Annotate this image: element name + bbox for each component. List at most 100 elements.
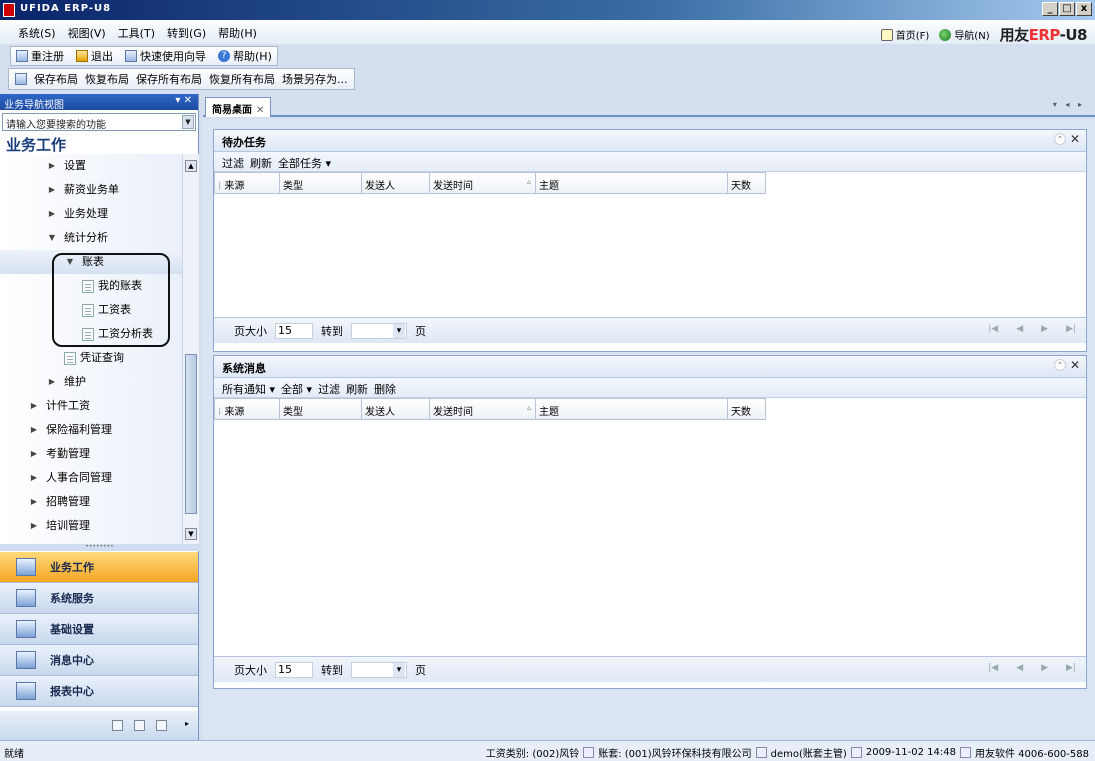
module-shortcut-icon[interactable] — [156, 720, 167, 731]
next-page-icon[interactable]: ▶ — [1041, 324, 1048, 334]
column-header[interactable]: 发送时间 ▵ — [430, 398, 536, 420]
column-header[interactable]: 主题 — [536, 172, 728, 194]
collapsed-arrow-icon[interactable]: ▶ — [28, 418, 40, 442]
menu-help[interactable]: 帮助(H) — [218, 25, 257, 41]
nav-link[interactable]: 导航(N) — [939, 27, 990, 42]
phone-icon — [959, 747, 971, 758]
column-header[interactable]: 发送人 — [362, 172, 430, 194]
menu-view[interactable]: 视图(V) — [68, 25, 106, 41]
relogin-button[interactable]: 重注册 — [11, 46, 69, 66]
collapsed-arrow-icon[interactable]: ▶ — [28, 490, 40, 514]
save-all-layouts-button[interactable]: 保存所有布局 — [136, 71, 202, 87]
tab-simple-desktop[interactable]: 简易桌面 ✕ — [205, 97, 272, 117]
scroll-down-icon[interactable]: ▼ — [185, 528, 197, 540]
module-item[interactable]: 系统服务 — [0, 583, 198, 614]
module-item[interactable]: 报表中心 — [0, 676, 198, 707]
refresh-button[interactable]: 刷新 — [346, 381, 368, 396]
tree-node-label: 保险福利管理 — [46, 423, 112, 436]
column-header[interactable]: 发送时间 ▵ — [430, 172, 536, 194]
collapsed-arrow-icon[interactable]: ▶ — [28, 394, 40, 418]
collapsed-arrow-icon[interactable]: ▶ — [46, 202, 58, 226]
menu-goto[interactable]: 转到(G) — [167, 25, 206, 41]
tree-node[interactable]: ▶ 设置 — [0, 154, 182, 178]
collapse-icon[interactable]: ⌃ — [1053, 133, 1066, 145]
collapse-icon[interactable]: ⌃ — [1053, 359, 1066, 371]
column-header[interactable]: 天数 — [728, 398, 766, 420]
collapsed-arrow-icon[interactable]: ▶ — [46, 370, 58, 394]
quick-wizard-button[interactable]: 快速使用向导 — [120, 46, 211, 66]
close-button[interactable]: x — [1076, 2, 1092, 16]
tab-close-icon[interactable]: ✕ — [256, 105, 264, 116]
all-notices-dropdown[interactable]: 所有通知 ▾ — [222, 381, 275, 396]
splitter-grip[interactable]: •••••••• — [0, 544, 199, 551]
help-button[interactable]: ? 帮助(H) — [213, 46, 277, 66]
minimize-button[interactable]: _ — [1042, 2, 1058, 16]
column-header[interactable]: ⁞ 来源 — [214, 398, 280, 420]
expanded-arrow-icon[interactable]: ▼ — [46, 226, 58, 250]
collapsed-arrow-icon[interactable]: ▶ — [46, 154, 58, 178]
restore-layout-button[interactable]: 恢复布局 — [85, 71, 129, 87]
all-tasks-dropdown[interactable]: 全部任务 ▾ — [278, 155, 331, 170]
menu-system[interactable]: 系统(S) — [18, 25, 56, 41]
module-item[interactable]: 业务工作 — [0, 552, 198, 583]
tree-node[interactable]: 凭证查询 — [0, 346, 182, 370]
last-page-icon[interactable]: ▶| — [1066, 663, 1076, 673]
first-page-icon[interactable]: |◀ — [988, 324, 998, 334]
tree-node[interactable]: ▶ 人事合同管理 — [0, 466, 182, 490]
refresh-button[interactable]: 刷新 — [250, 155, 272, 170]
tree-node[interactable]: ▶ 考勤管理 — [0, 442, 182, 466]
close-icon[interactable]: ✕ — [1070, 359, 1080, 371]
module-shortcut-icon[interactable] — [134, 720, 145, 731]
exit-button[interactable]: 退出 — [71, 46, 118, 66]
collapsed-arrow-icon[interactable]: ▶ — [46, 178, 58, 202]
tree-node[interactable]: ▶ 培训管理 — [0, 514, 182, 538]
column-header[interactable]: 类型 — [280, 172, 362, 194]
last-page-icon[interactable]: ▶| — [1066, 324, 1076, 334]
first-page-icon[interactable]: |◀ — [988, 663, 998, 673]
column-header[interactable]: 类型 — [280, 398, 362, 420]
collapsed-arrow-icon[interactable]: ▶ — [28, 466, 40, 490]
tree-node[interactable]: ▶ 业务处理 — [0, 202, 182, 226]
maximize-button[interactable]: □ — [1059, 2, 1075, 16]
collapsed-arrow-icon[interactable]: ▶ — [28, 442, 40, 466]
home-link[interactable]: 首页(F) — [880, 27, 929, 42]
column-header[interactable]: 天数 — [728, 172, 766, 194]
restore-all-layouts-button[interactable]: 恢复所有布局 — [209, 71, 275, 87]
configure-menu-icon[interactable]: ▸ — [185, 719, 189, 728]
nav-panel-pin-close[interactable]: ▾ ✕ — [175, 95, 192, 106]
save-layout-button[interactable]: 保存布局 — [34, 71, 78, 87]
page-size-input[interactable]: 15 — [275, 661, 313, 678]
scroll-thumb[interactable] — [185, 354, 197, 514]
function-search-input[interactable]: 请输入您要搜索的功能 ▼ — [2, 113, 196, 131]
close-icon[interactable]: ✕ — [1070, 133, 1080, 145]
tree-node[interactable]: ▶ 保险福利管理 — [0, 418, 182, 442]
tab-scroll-controls[interactable]: ▾ ◂ ▸ — [1053, 100, 1085, 109]
filter-button[interactable]: 过滤 — [222, 155, 244, 170]
prev-page-icon[interactable]: ◀ — [1016, 663, 1023, 673]
column-header[interactable]: ⁞ 来源 — [214, 172, 280, 194]
module-item[interactable]: 基础设置 — [0, 614, 198, 645]
tree-node[interactable]: ▶ 薪资业务单 — [0, 178, 182, 202]
chevron-down-icon[interactable]: ▼ — [182, 115, 194, 129]
tree-node[interactable]: ▶ 维护 — [0, 370, 182, 394]
next-page-icon[interactable]: ▶ — [1041, 663, 1048, 673]
filter-button[interactable]: 过滤 — [318, 381, 340, 396]
column-header[interactable]: 主题 — [536, 398, 728, 420]
delete-button[interactable]: 删除 — [374, 381, 396, 396]
column-header[interactable]: 发送人 — [362, 398, 430, 420]
all-dropdown[interactable]: 全部 ▾ — [281, 381, 312, 396]
nav-tree-scrollbar[interactable]: ▲ ▼ — [182, 154, 199, 544]
goto-page-select[interactable] — [351, 322, 407, 339]
tree-node[interactable]: ▶ 招聘管理 — [0, 490, 182, 514]
save-scene-as-button[interactable]: 场景另存为... — [282, 71, 348, 87]
tree-node[interactable]: ▶ 计件工资 — [0, 394, 182, 418]
prev-page-icon[interactable]: ◀ — [1016, 324, 1023, 334]
menu-tools[interactable]: 工具(T) — [118, 25, 155, 41]
page-size-input[interactable]: 15 — [275, 322, 313, 339]
module-item[interactable]: 消息中心 — [0, 645, 198, 676]
scroll-up-icon[interactable]: ▲ — [185, 160, 197, 172]
tree-node[interactable]: ▼ 统计分析 — [0, 226, 182, 250]
collapsed-arrow-icon[interactable]: ▶ — [28, 514, 40, 538]
module-shortcut-icon[interactable] — [112, 720, 123, 731]
goto-page-select[interactable] — [351, 661, 407, 678]
